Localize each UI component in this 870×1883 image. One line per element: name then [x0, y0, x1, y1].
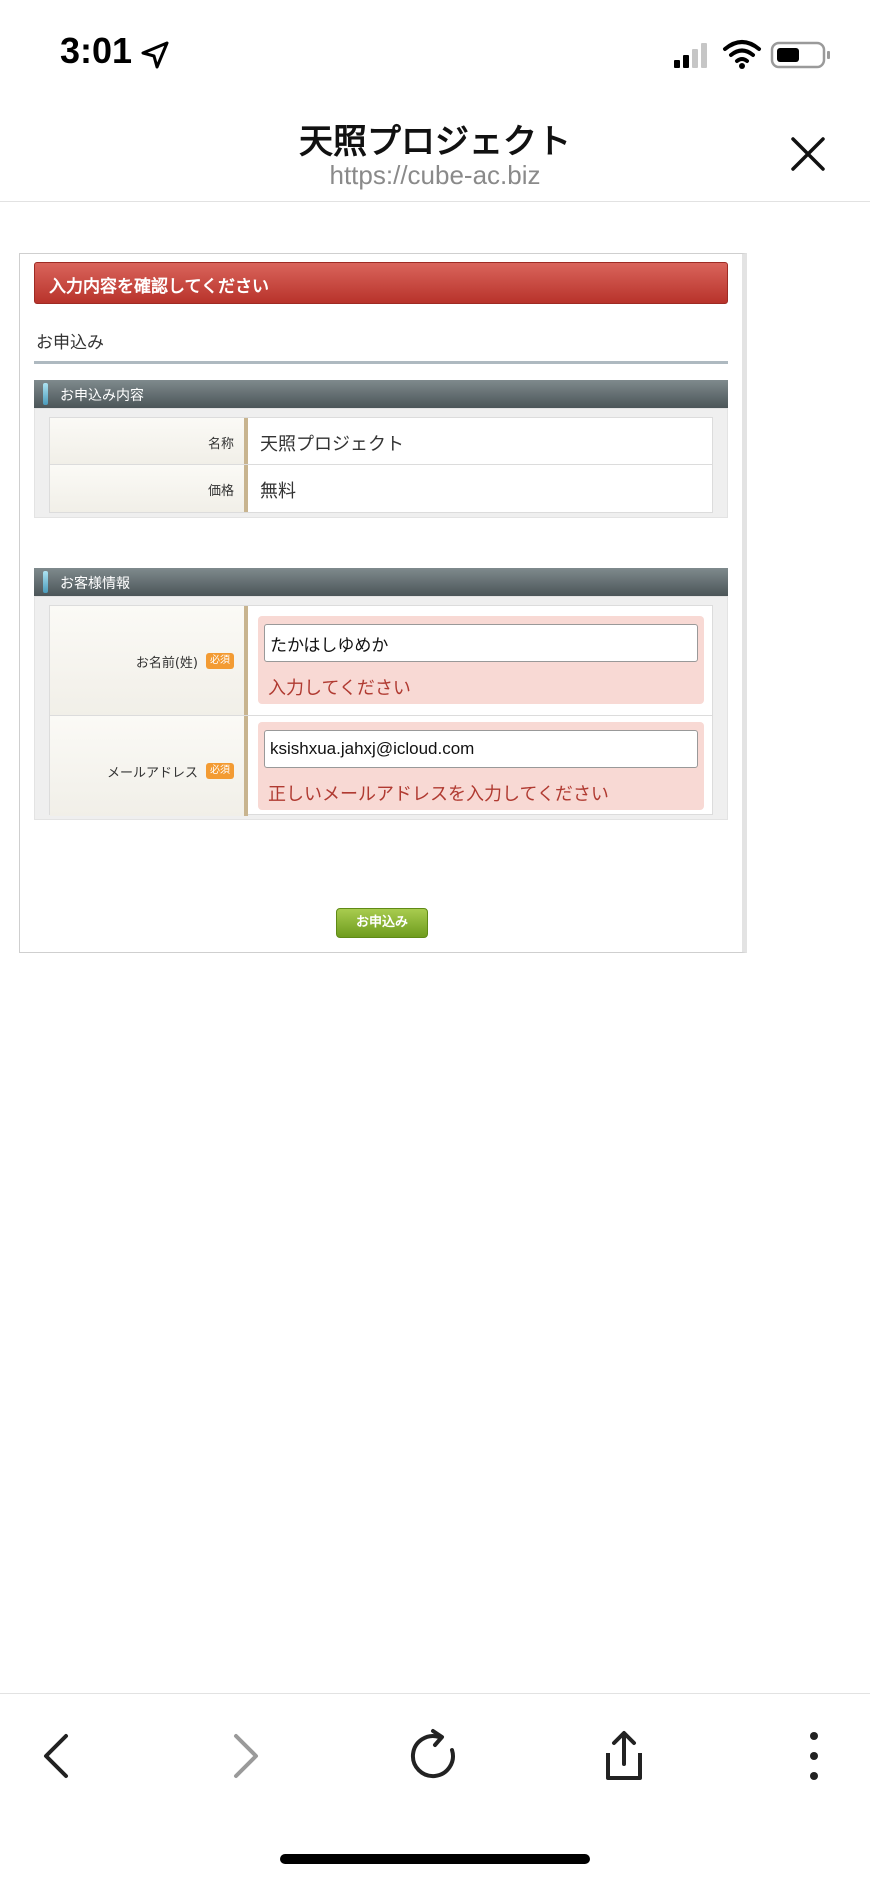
reload-icon[interactable]: [406, 1728, 462, 1784]
heading-divider: [34, 361, 728, 364]
status-bar: 3:01: [0, 0, 870, 110]
more-options-icon[interactable]: [786, 1728, 842, 1784]
required-badge: 必須: [206, 763, 234, 779]
name-error-message: 入力してください: [268, 678, 411, 699]
row-value: 無料: [260, 481, 296, 502]
customer-info-band: お客様情報: [34, 568, 728, 596]
order-details-band: お申込み内容: [34, 380, 728, 408]
order-details-title: お申込み内容: [60, 388, 144, 404]
section-heading: お申込み: [36, 333, 104, 353]
application-form: 入力内容を確認してください お申込み お申込み内容 名称 天照プロジェクト 価格: [19, 253, 747, 953]
error-alert-text: 入力内容を確認してください: [49, 277, 269, 297]
order-details-table: 名称 天照プロジェクト 価格 無料: [49, 417, 713, 513]
row-label-cell: 価格: [50, 465, 248, 512]
battery-icon: [770, 41, 830, 69]
forward-icon[interactable]: [216, 1728, 272, 1784]
row-label-cell: お名前(姓) 必須: [50, 606, 248, 715]
row-label-cell: メールアドレス 必須: [50, 716, 248, 816]
submit-button[interactable]: お申込み: [336, 908, 428, 938]
row-label: 名称: [207, 437, 234, 452]
location-arrow-icon: [141, 41, 169, 69]
close-icon[interactable]: [788, 134, 828, 174]
web-content: 入力内容を確認してください お申込み お申込み内容 名称 天照プロジェクト 価格: [0, 203, 870, 1693]
email-error-box: 正しいメールアドレスを入力してください: [258, 722, 704, 810]
band-marker-icon: [43, 383, 48, 405]
back-icon[interactable]: [30, 1728, 86, 1784]
last-name-input[interactable]: [264, 624, 698, 662]
page-title: 天照プロジェクト: [299, 122, 571, 162]
row-label: 価格: [207, 484, 234, 499]
cellular-signal-icon: [674, 43, 707, 68]
browser-toolbar: [0, 1693, 870, 1883]
table-row: お名前(姓) 必須 入力してください: [50, 606, 712, 716]
email-error-message: 正しいメールアドレスを入力してください: [268, 784, 609, 805]
table-row: 名称 天照プロジェクト: [50, 418, 712, 465]
wifi-icon: [723, 40, 761, 69]
browser-header: 天照プロジェクト https://cube-ac.biz: [0, 110, 870, 202]
home-indicator[interactable]: [280, 1854, 590, 1864]
name-label: お名前(姓): [135, 656, 198, 671]
band-marker-icon: [43, 571, 48, 593]
row-value: 天照プロジェクト: [260, 434, 404, 455]
customer-info-panel: お名前(姓) 必須 入力してください メールアドレス 必須: [34, 596, 728, 820]
email-label: メールアドレス: [106, 766, 198, 781]
share-icon[interactable]: [596, 1728, 652, 1784]
name-error-box: 入力してください: [258, 616, 704, 704]
page-url[interactable]: https://cube-ac.biz: [0, 160, 870, 191]
required-badge: 必須: [206, 653, 234, 669]
order-details-panel: 名称 天照プロジェクト 価格 無料: [34, 408, 728, 518]
error-alert-banner: 入力内容を確認してください: [34, 262, 728, 304]
customer-info-title: お客様情報: [60, 576, 130, 592]
table-row: 価格 無料: [50, 465, 712, 512]
customer-info-table: お名前(姓) 必須 入力してください メールアドレス 必須: [49, 605, 713, 816]
status-time: 3:01: [60, 30, 133, 71]
table-row: メールアドレス 必須 正しいメールアドレスを入力してください: [50, 716, 712, 816]
email-input[interactable]: [264, 730, 698, 768]
row-label-cell: 名称: [50, 418, 248, 464]
